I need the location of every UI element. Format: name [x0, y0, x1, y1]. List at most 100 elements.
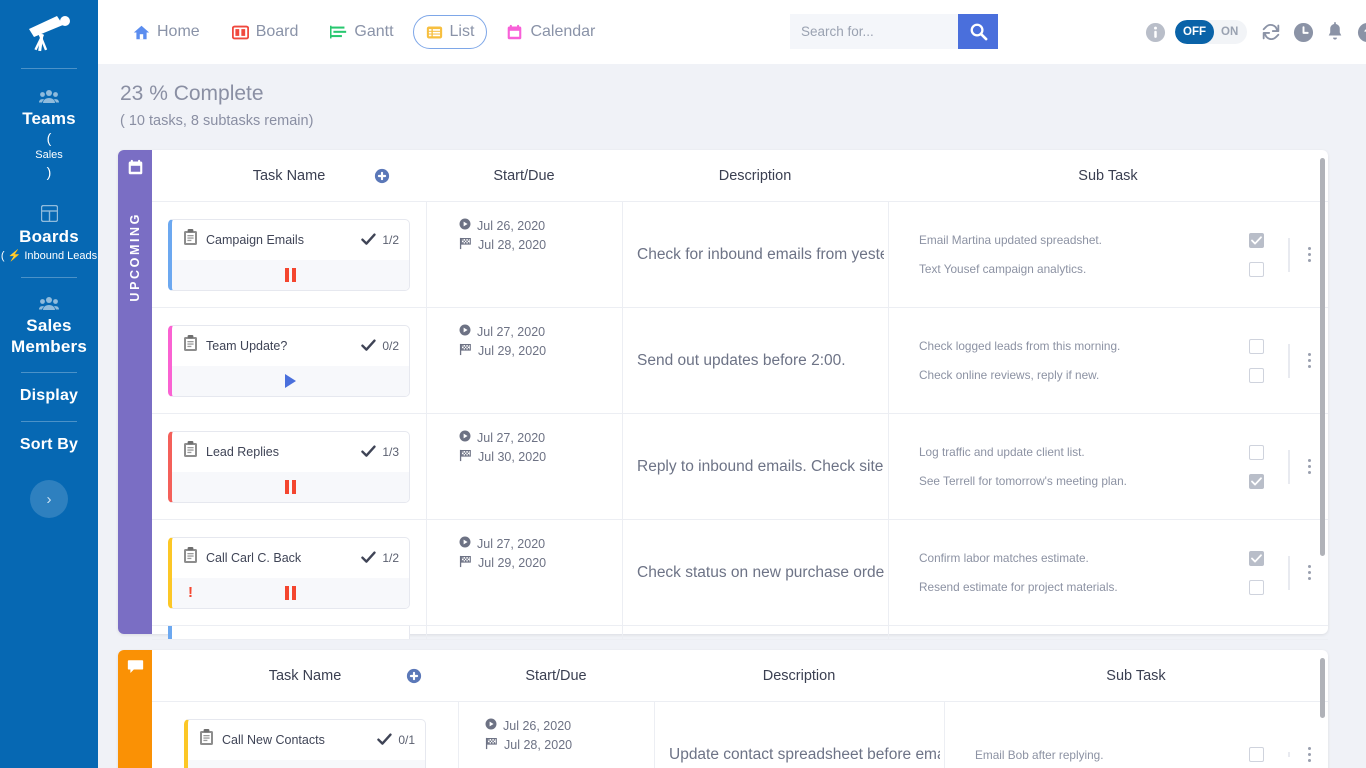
task-card-status [172, 365, 409, 396]
calendar-icon [508, 24, 522, 39]
cell-task-name: Call New Contacts 0/1 [152, 702, 458, 768]
task-card-status [172, 259, 409, 290]
play-icon[interactable] [285, 373, 296, 388]
sidebar-item-boards[interactable]: Boards ( ⚡ Inbound Leads [0, 195, 98, 264]
clipboard-icon [184, 546, 197, 563]
panel-scrollbar[interactable] [1320, 158, 1325, 556]
start-date-text: Jul 27, 2020 [477, 324, 546, 339]
main-content: 23 % Complete ( 10 tasks, 8 subtasks rem… [98, 64, 1366, 768]
description-text: Check status on new purchase order [637, 563, 884, 581]
search-input[interactable] [790, 14, 958, 49]
panel-tab-upcoming[interactable]: UPCOMING [118, 150, 152, 634]
sidebar-item-teams[interactable]: Teams ( Sales ) [0, 79, 98, 181]
nav-item-board[interactable]: Board [219, 15, 312, 49]
sidebar-members-label-2: Members [10, 337, 88, 357]
clipboard-icon-wrap [183, 228, 198, 251]
task-card-partial[interactable] [168, 626, 410, 639]
due-date-icon [459, 449, 471, 462]
start-date-icon [459, 430, 471, 442]
task-card[interactable]: Campaign Emails 1/2 [168, 218, 410, 291]
task-progress: 0/2 [361, 339, 399, 353]
on-off-toggle[interactable]: OFF ON [1175, 20, 1248, 44]
nav-item-calendar[interactable]: Calendar [493, 15, 608, 49]
more-vertical-icon [1307, 352, 1311, 370]
nav-item-gantt[interactable]: Gantt [317, 15, 406, 49]
task-card[interactable]: Call Carl C. Back 1/2! [168, 536, 410, 609]
due-date-text: Jul 28, 2020 [478, 238, 547, 252]
subtask-checkbox[interactable] [1249, 444, 1264, 460]
table-row[interactable]: Lead Replies 1/3 Jul 27, 2020 Jul 30, 2020 R… [152, 414, 1328, 520]
task-card[interactable]: Lead Replies 1/3 [168, 430, 410, 503]
table-body-upcoming: Campaign Emails 1/2 Jul 26, 2020 Jul 28, 20… [152, 202, 1328, 640]
progress-subtitle: ( 10 tasks, 8 subtasks remain) [120, 113, 314, 129]
sidebar-item-display[interactable]: Display [0, 387, 98, 405]
column-header-name: Task Name [252, 167, 326, 184]
notifications-button[interactable] [1323, 20, 1347, 44]
description-text: Check for inbound emails from yeste [637, 245, 884, 263]
help-button[interactable]: ? [1355, 20, 1366, 44]
column-header-dates: Start/Due [493, 167, 555, 184]
sidebar-item-sort-by[interactable]: Sort By [0, 436, 98, 454]
subtask-checkbox[interactable] [1249, 579, 1264, 595]
task-card[interactable]: Call New Contacts 0/1 [184, 718, 426, 768]
table-row[interactable]: Call Carl C. Back 1/2! Jul 27, 2020 Jul 29,… [152, 520, 1328, 626]
pause-icon[interactable] [285, 267, 296, 282]
cell-subtasks: Email Bob after replying. [944, 702, 1328, 768]
due-date: Jul 28, 2020 [485, 737, 572, 753]
priority-icon[interactable]: ! [188, 584, 193, 601]
subtask-list: Log traffic and update client list. See T… [919, 438, 1288, 496]
history-button[interactable] [1291, 20, 1315, 44]
sidebar-item-sales-members[interactable]: Sales Members [0, 286, 98, 359]
more-vertical-icon [1307, 246, 1311, 264]
search-button[interactable] [958, 14, 998, 49]
table-header-upcoming: Task Name Start/Due Description Sub Task [152, 150, 1328, 202]
subtask-checkbox[interactable] [1249, 338, 1264, 354]
row-more-button[interactable] [1290, 564, 1328, 582]
cell-subtasks: Confirm labor matches estimate. Resend es… [888, 520, 1328, 625]
refresh-button[interactable] [1259, 20, 1283, 44]
subtask-wrap: Confirm labor matches estimate. Resend es… [889, 544, 1328, 602]
sidebar-divider-2 [21, 276, 77, 278]
subtask-row: Log traffic and update client list. [919, 438, 1288, 467]
nav-item-list[interactable]: List [412, 15, 488, 49]
subtask-checkbox[interactable] [1249, 473, 1264, 489]
start-date: Jul 26, 2020 [485, 718, 572, 733]
panel-scrollbar-2[interactable] [1320, 658, 1325, 718]
start-date: Jul 27, 2020 [459, 324, 546, 339]
description-text: Reply to inbound emails. Check site [637, 457, 884, 475]
add-circle-icon[interactable] [406, 668, 422, 684]
subtask-wrap: Email Bob after replying. [945, 740, 1328, 768]
sidebar-expand-button[interactable]: › [30, 480, 68, 518]
start-date-icon [459, 536, 471, 548]
cell-subtasks: Email Martina updated spreadshet. Text Yo… [888, 202, 1328, 307]
subtask-checkbox[interactable] [1249, 550, 1264, 566]
subtask-checkbox[interactable] [1249, 261, 1264, 277]
subtask-checkbox[interactable] [1249, 367, 1264, 383]
nav-item-home[interactable]: Home [120, 15, 213, 49]
task-card[interactable]: Team Update? 0/2 [168, 324, 410, 397]
table-row-partial[interactable] [152, 626, 1328, 640]
app-logo[interactable] [0, 0, 98, 68]
row-more-button[interactable] [1290, 746, 1328, 764]
column-header-name-wrap: Task Name [152, 168, 426, 184]
nav-label-gantt: Gantt [354, 23, 394, 40]
table-row[interactable]: Team Update? 0/2 Jul 27, 2020 Jul 29, 2020 S… [152, 308, 1328, 414]
cell-task-name: Campaign Emails 1/2 [152, 202, 426, 307]
more-vertical-icon [1307, 564, 1311, 582]
add-circle-icon[interactable] [374, 168, 390, 184]
table-row[interactable]: Campaign Emails 1/2 Jul 26, 2020 Jul 28, 20… [152, 202, 1328, 308]
subtask-list: Email Martina updated spreadshet. Text Yo… [919, 226, 1288, 284]
table-header-second: Task Name Start/Due Description Sub Task [152, 650, 1328, 702]
subtask-checkbox[interactable] [1249, 747, 1264, 762]
pause-icon[interactable] [285, 585, 296, 600]
due-date-icon [459, 237, 471, 250]
table-row[interactable]: Call New Contacts 0/1 Jul 26, 2020 Jul 28, … [152, 702, 1328, 768]
due-date-icon [459, 555, 471, 568]
task-card-top: Team Update? 0/2 [172, 326, 409, 366]
pause-icon[interactable] [285, 479, 296, 494]
due-date: Jul 29, 2020 [459, 343, 546, 359]
panel-tab-second[interactable] [118, 650, 152, 768]
info-button[interactable] [1143, 20, 1167, 44]
board-icon [231, 25, 249, 39]
subtask-checkbox[interactable] [1249, 232, 1264, 248]
